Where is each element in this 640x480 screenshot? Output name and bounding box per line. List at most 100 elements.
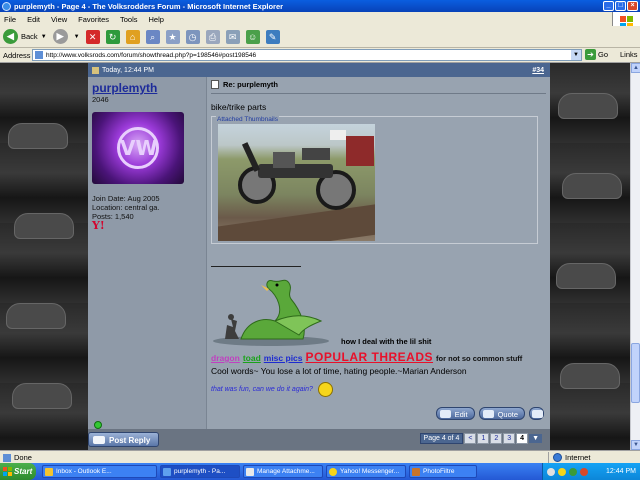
task-outlook[interactable]: Inbox - Outlook E... [42,465,157,478]
outlook-icon [45,467,53,476]
favorites-icon[interactable]: ★ [165,29,180,44]
yahoo-messenger-icon [329,467,337,476]
system-tray: 12:44 PM [542,463,640,480]
multiquote-button[interactable] [529,407,544,420]
scroll-thumb[interactable] [631,343,640,403]
edit-button[interactable]: Edit [435,407,475,420]
mail-icon[interactable]: ✉ [225,29,240,44]
address-url: http://www.volksrods.com/forum/showthrea… [46,51,257,59]
search-icon[interactable]: ⌕ [145,29,160,44]
task-outlook-label: Inbox - Outlook E... [56,468,112,475]
back-button[interactable]: ◀ Back ▼ [3,29,47,44]
dragon-link[interactable]: dragon [211,353,240,363]
motorcycle-thumbnail[interactable] [218,124,375,241]
menu-edit[interactable]: Edit [27,15,40,24]
signature-quote: Cool words~ You lose a lot of time, hati… [211,366,467,376]
smiley-icon [317,382,333,397]
security-tray-icon[interactable] [580,467,588,476]
messenger-tray-icon[interactable] [558,467,566,476]
windows-flag-icon [3,467,12,476]
window-title: purplemyth - Page 4 - The Volksrodders F… [14,1,284,11]
forum-post: Today, 12:44 PM #34 purplemyth 2046 VW J… [88,63,550,450]
address-dropdown-icon[interactable]: ▼ [571,50,581,60]
stop-icon[interactable]: ✕ [85,29,100,44]
scroll-down-button[interactable]: ▼ [631,440,640,450]
menu-view[interactable]: View [51,15,67,24]
dragon-caption: how I deal with the lil shit [341,337,432,346]
go-arrow-icon: ➔ [585,49,596,60]
toad-link[interactable]: toad [243,353,261,363]
message-column: Re: purplemyth bike/trike parts Attached… [206,77,550,429]
post-title-row: Re: purplemyth [211,80,546,94]
history-icon[interactable]: ◷ [185,29,200,44]
yahoo-icon[interactable]: Y! [92,220,202,231]
print-icon[interactable]: ⎙ [205,29,220,44]
page-link-1[interactable]: 1 [477,433,490,444]
window-titlebar: purplemyth - Page 4 - The Volksrodders F… [0,0,640,12]
quote-button[interactable]: Quote [478,407,525,420]
misc-pics-link[interactable]: misc pics [264,353,303,363]
prev-page-link[interactable]: < [464,433,477,444]
page-menu-arrow-icon[interactable]: ▼ [529,434,542,443]
post-reply-label: Post Reply [109,436,151,445]
thread-footer: Post Reply Page 4 of 4 < 1 2 3 4 ▼ [88,429,550,450]
start-button[interactable]: Start [0,463,36,480]
task-yahoo[interactable]: Yahoo! Messenger... [326,465,406,478]
messenger-icon[interactable]: ☺ [245,29,260,44]
post-reply-button[interactable]: Post Reply [88,432,160,447]
go-button[interactable]: ➔ Go [585,49,608,60]
edit-page-icon[interactable]: ✎ [265,29,280,44]
menu-file[interactable]: File [4,15,16,24]
status-text: Done [0,453,300,462]
quote-icon [482,410,494,418]
page-link-3[interactable]: 3 [503,433,516,444]
links-button[interactable]: Links [620,50,638,59]
task-photofiltre[interactable]: PhotoFiltre [409,465,477,478]
task-manage-attachments[interactable]: Manage Attachme... [243,465,323,478]
home-icon[interactable]: ⌂ [125,29,140,44]
forward-button[interactable]: ▶ [52,29,68,44]
tray-icon[interactable] [569,467,577,476]
page-icon [35,51,43,59]
post-body: bike/trike parts [211,102,267,112]
close-button[interactable]: × [627,1,638,11]
online-status-icon [94,421,102,429]
globe-icon [553,453,562,462]
fun-line-text: that was fun, can we do it again? [211,386,313,393]
network-icon[interactable] [547,467,555,476]
right-car-background [550,63,630,450]
signature-divider [211,266,301,267]
security-zone: Internet [548,452,590,463]
page-content: Today, 12:44 PM #34 purplemyth 2046 VW J… [0,63,630,450]
menu-tools[interactable]: Tools [120,15,138,24]
join-date: Join Date: Aug 2005 [92,194,160,203]
ie-task-icon [163,467,171,476]
minimize-button[interactable]: _ [603,1,614,11]
reply-icon [93,436,105,444]
user-location: Location: central ga. [92,203,160,212]
scroll-up-button[interactable]: ▲ [631,63,640,73]
menu-favorites[interactable]: Favorites [78,15,109,24]
address-bar: Address http://www.volksrods.com/forum/s… [0,48,640,63]
post-header: Today, 12:44 PM #34 [88,63,550,77]
popular-threads-link[interactable]: POPULAR THREADS [306,350,434,364]
vertical-scrollbar[interactable]: ▲ ▼ [630,63,640,450]
photofiltre-icon [412,467,420,476]
zone-label: Internet [565,453,591,462]
maximize-button[interactable]: □ [615,1,626,11]
dragon-image [211,271,333,347]
task-ie-label: purplemyth - Pa... [174,468,226,475]
address-input[interactable]: http://www.volksrods.com/forum/showthrea… [32,49,582,61]
menu-help[interactable]: Help [149,15,164,24]
signature-links-suffix: for not so common stuff [436,354,523,363]
status-bar: Done Internet [0,450,640,463]
task-ie[interactable]: purplemyth - Pa... [160,465,240,478]
refresh-icon[interactable]: ↻ [105,29,120,44]
ie-icon [2,1,11,11]
post-number-link[interactable]: #34 [532,67,544,74]
page-of-label: Page 4 of 4 [419,433,464,444]
task-manage-label: Manage Attachme... [257,468,315,475]
page-link-2[interactable]: 2 [490,433,503,444]
username-link[interactable]: purplemyth [92,81,202,95]
post-date: Today, 12:44 PM [102,66,155,74]
